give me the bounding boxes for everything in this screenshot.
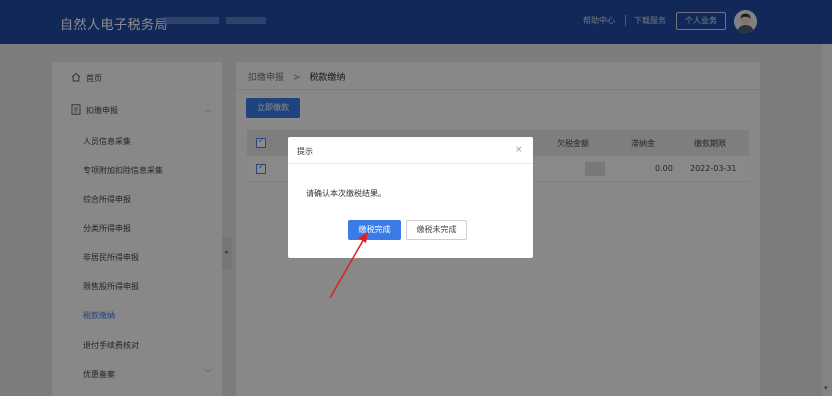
divider (288, 163, 533, 164)
close-icon[interactable]: × (515, 145, 523, 155)
dialog-message: 请确认本次缴税结果。 (306, 189, 386, 198)
confirm-dialog: 提示 × 请确认本次缴税结果。 缴税完成 缴税未完成 (288, 137, 533, 258)
payment-incomplete-button[interactable]: 缴税未完成 (406, 220, 467, 240)
payment-complete-button[interactable]: 缴税完成 (348, 220, 401, 240)
dialog-title: 提示 (297, 147, 313, 156)
